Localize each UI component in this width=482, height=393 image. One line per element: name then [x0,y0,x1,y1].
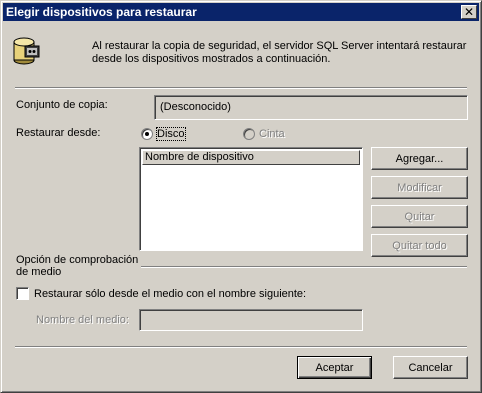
modify-button[interactable]: Modificar [371,176,468,199]
bottom-separator [15,346,467,348]
info-text-line1: Al restaurar la copia de seguridad, el s… [92,40,467,52]
remove-button-label: Quitar [404,210,435,223]
cancel-button[interactable]: Cancelar [393,356,468,379]
media-check-section-title-line2: de medio [16,266,62,278]
title-bar[interactable]: Elegir dispositivos para restaurar ✕ [3,3,479,21]
device-list[interactable]: Nombre de dispositivo [139,147,363,251]
restore-from-label-text: Restaurar desde: [16,127,101,139]
info-text-line2: desde los dispositivos mostrados a conti… [92,53,331,65]
restore-only-named-media-checkbox[interactable] [16,287,29,300]
accept-button-label: Aceptar [315,361,354,374]
media-check-section-title-line1: Opción de comprobación [16,254,139,266]
cancel-button-label: Cancelar [408,361,453,374]
tape-database-icon [13,36,41,66]
restore-only-named-media-label[interactable]: Restaurar sólo desde el medio con el nom… [34,288,306,300]
remove-all-button[interactable]: Quitar todo [371,234,468,257]
media-section-separator [141,266,467,268]
restore-from-label: Restaurar desde: [16,127,100,139]
disk-radio-label[interactable]: Disco [156,127,186,141]
backup-set-field: (Desconocido) [154,95,468,120]
remove-all-button-label: Quitar todo [392,239,447,252]
device-name-column-header[interactable]: Nombre de dispositivo [142,150,360,165]
media-name-field[interactable] [139,309,363,331]
close-icon: ✕ [463,5,475,19]
device-name-column-label: Nombre de dispositivo [145,151,254,163]
modify-button-label: Modificar [397,181,442,194]
restore-devices-dialog: Elegir dispositivos para restaurar ✕ Al … [0,0,482,393]
separator [15,87,467,89]
remove-button[interactable]: Quitar [371,205,468,228]
media-name-label: Nombre del medio: [36,314,129,326]
accept-button[interactable]: Aceptar [297,356,372,379]
disk-radio[interactable] [141,128,153,140]
backup-set-value: (Desconocido) [160,101,231,113]
backup-set-label: Conjunto de copia: [16,99,108,111]
tape-radio[interactable] [243,128,255,140]
dialog-title: Elegir dispositivos para restaurar [6,5,197,19]
close-button[interactable]: ✕ [461,5,477,19]
add-button[interactable]: Agregar... [371,147,468,170]
add-button-label: Agregar... [395,152,444,165]
tape-radio-label: Cinta [259,128,285,140]
